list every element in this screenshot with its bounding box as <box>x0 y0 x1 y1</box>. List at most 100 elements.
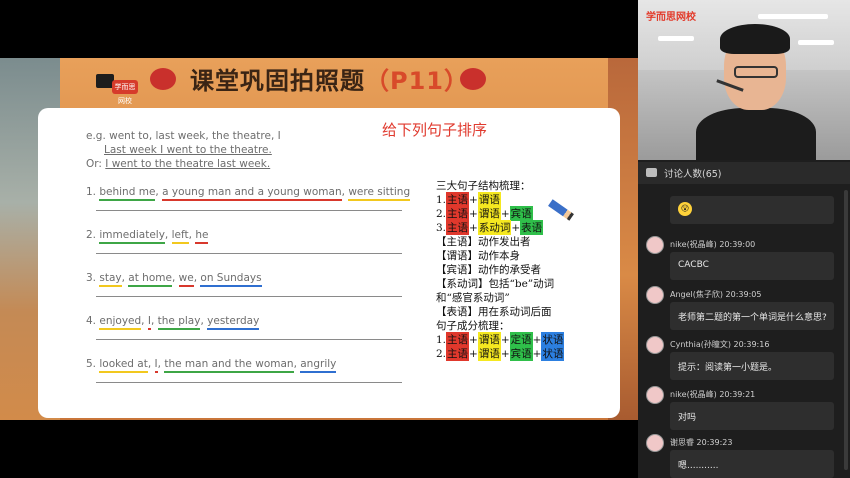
message-bubble: 😮 <box>670 196 834 224</box>
user-avatar[interactable] <box>646 336 664 354</box>
structure-number: 2. <box>436 348 447 360</box>
teacher-body <box>696 108 816 160</box>
plus-sign: + <box>469 194 478 206</box>
question-item: 1. behind me, a young man and a young wo… <box>86 186 411 201</box>
separator: , <box>150 315 158 327</box>
sentence-chunk: enjoyed <box>99 315 142 330</box>
user-avatar[interactable] <box>646 434 664 452</box>
plus-sign: + <box>532 348 542 360</box>
screen: 学而思网校 课堂巩固拍照题（P11） 给下列句子排序 e.g. went to,… <box>0 0 850 478</box>
emoji-icon: 😮 <box>678 202 692 216</box>
user-avatar[interactable] <box>646 236 664 254</box>
answer-line <box>96 210 402 211</box>
sentence-part-tag: 状语 <box>541 346 565 361</box>
pencil-icon <box>548 199 574 221</box>
slide-title: 课堂巩固拍照题（P11） <box>190 61 469 96</box>
plus-sign: + <box>500 208 510 220</box>
sentence-part-tag: 系动词 <box>477 220 512 235</box>
user-avatar[interactable] <box>646 286 664 304</box>
sentence-chunk: a young man and a young woman <box>162 186 342 201</box>
example-or: Or: I went to the theatre last week. <box>86 158 270 170</box>
sentence-part-tag: 主语 <box>446 206 470 221</box>
answer-line <box>96 253 402 254</box>
sentence-chunk: behind me <box>99 186 156 201</box>
sentence-part-tag: 宾语 <box>509 206 533 221</box>
message-bubble: 嗯........... <box>670 450 834 478</box>
answer-line <box>96 296 402 297</box>
separator: , <box>164 229 172 241</box>
question-item: 3. stay, at home, we, on Sundays <box>86 272 262 287</box>
sentence-part-tag: 主语 <box>446 346 470 361</box>
teacher-hair <box>720 24 790 54</box>
question-number: 5. <box>86 358 100 370</box>
structure-number: 1. <box>436 334 447 346</box>
sentence-part-tag: 主语 <box>446 192 470 207</box>
user-avatar[interactable] <box>646 386 664 404</box>
logo-ribbon: 学而思网校 <box>112 80 138 105</box>
plus-sign: + <box>469 348 478 360</box>
sentence-chunk: looked at <box>99 358 148 373</box>
sentence-chunk: the man and the woman <box>164 358 294 373</box>
teacher-glasses <box>734 66 778 78</box>
worksheet-card: 给下列句子排序 e.g. went to, last week, the the… <box>38 108 620 418</box>
chat-header: 讨论人数(65) <box>638 162 850 184</box>
structure-formula: 1.主语+谓语 <box>436 192 501 207</box>
question-number: 3. <box>86 272 100 284</box>
video-watermark: 学而思网校 <box>646 12 696 23</box>
teacher-video[interactable]: 学而思网校 <box>638 0 850 160</box>
message-author-time: nike(祝晶峰) 20:39:00 <box>670 240 756 249</box>
sentence-part-tag: 表语 <box>520 220 544 235</box>
structure-formula: 1.主语+谓语+定语+状语 <box>436 332 565 347</box>
school-logo: 学而思网校 <box>92 66 138 105</box>
plus-sign: + <box>469 334 478 346</box>
lesson-slide: 学而思网校 课堂巩固拍照题（P11） 给下列句子排序 e.g. went to,… <box>0 58 638 420</box>
sentence-chunk: were sitting <box>348 186 411 201</box>
sentence-chunk: left <box>171 229 189 244</box>
sentence-part-tag: 主语 <box>446 332 470 347</box>
notes-header: 句子成分梳理： <box>436 320 510 332</box>
question-number: 4. <box>86 315 100 327</box>
message-bubble: 老师第二题的第一个单词是什么意思? <box>670 302 834 330</box>
plus-sign: + <box>469 222 478 234</box>
example-answer-2: I went to the theatre last week. <box>105 158 271 170</box>
sentence-chunk: we <box>178 272 194 287</box>
sentence-chunk: at home <box>128 272 172 287</box>
sentence-chunk: he <box>195 229 209 244</box>
sentence-chunk: immediately <box>99 229 165 244</box>
sentence-chunk: the play <box>157 315 201 330</box>
example-answer-1: Last week I went to the theatre. <box>104 144 272 156</box>
term-definition: 【系动词】包括“be”动词 <box>436 278 555 290</box>
message-author-time: 谢思睿 20:39:23 <box>670 438 733 447</box>
answer-line <box>96 339 402 340</box>
question-number: 2. <box>86 229 100 241</box>
sentence-part-tag: 谓语 <box>477 332 501 347</box>
message-author-time: Cynthia(孙瞳文) 20:39:16 <box>670 340 770 349</box>
sentence-part-tag: 谓语 <box>477 346 501 361</box>
slide-title-page: （P11） <box>365 67 469 95</box>
chat-icon <box>646 168 657 177</box>
ceiling-light <box>798 40 834 45</box>
question-item: 4. enjoyed, I, the play, yesterday <box>86 315 260 330</box>
sentence-part-tag: 状语 <box>541 332 565 347</box>
structure-formula: 2.主语+谓语+宾语+状语 <box>436 346 565 361</box>
message-bubble: 提示：阅读第一小题是。 <box>670 352 834 380</box>
side-panel: 学而思网校 讨论人数(65) 😮 nike(祝晶峰) 20:39:00 CACBC A… <box>638 0 850 478</box>
lantern-icon <box>150 68 176 90</box>
plus-sign: + <box>511 222 521 234</box>
structure-number: 2. <box>436 208 447 220</box>
slide-title-text: 课堂巩固拍照题 <box>190 67 365 95</box>
term-definition: 【谓语】动作本身 <box>436 250 520 262</box>
term-definition: 和“感官系动词” <box>436 292 510 304</box>
plus-sign: + <box>500 334 510 346</box>
message-bubble: 对吗 <box>670 402 834 430</box>
term-definition: 【宾语】动作的承受者 <box>436 264 541 276</box>
sentence-part-tag: 谓语 <box>477 192 501 207</box>
sentence-chunk: angrily <box>300 358 337 373</box>
notes-header: 三大句子结构梳理： <box>436 180 531 192</box>
question-item: 2. immediately, left, he <box>86 229 209 244</box>
question-number: 1. <box>86 186 100 198</box>
sentence-chunk: yesterday <box>207 315 260 330</box>
structure-formula: 3.主语+系动词+表语 <box>436 220 544 235</box>
structure-number: 1. <box>436 194 447 206</box>
chat-scrollbar[interactable] <box>844 190 848 470</box>
